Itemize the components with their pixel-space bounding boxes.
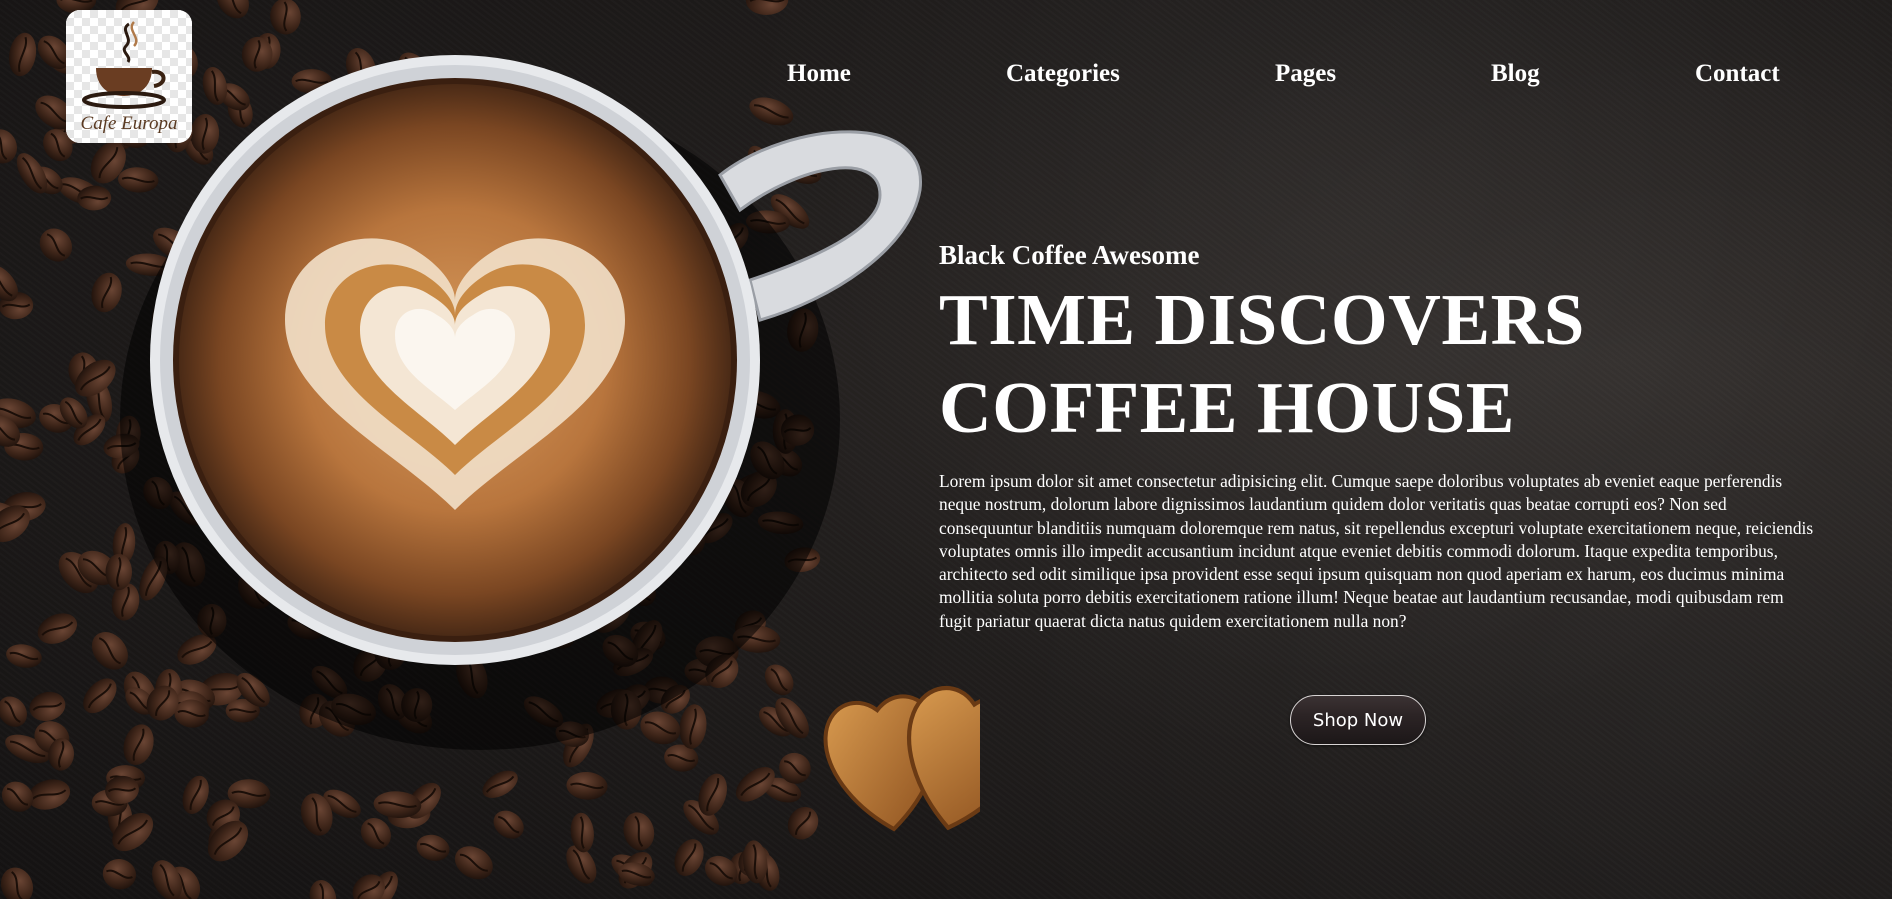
coffee-bean [566,771,608,800]
nav-pages[interactable]: Pages [1275,60,1336,88]
coffee-bean [749,97,794,126]
coffee-bean [787,806,819,840]
coffee-bean [416,834,450,861]
coffee-bean [182,775,209,814]
coffee-bean [270,0,301,35]
coffee-bean [123,724,154,766]
coffee-bean [91,632,128,670]
coffee-bean [216,0,249,19]
coffee-bean [91,272,122,313]
nav-blog[interactable]: Blog [1491,60,1540,88]
coffee-bean [482,770,518,799]
coffee-bean [29,691,66,722]
coffee-bean [674,839,704,876]
main-nav: Home Categories Pages Blog Contact [0,60,1892,94]
coffee-bean [454,846,493,880]
shop-now-button[interactable]: Shop Now [1290,695,1426,745]
nav-categories[interactable]: Categories [1006,60,1120,88]
hero-eyebrow: Black Coffee Awesome [939,240,1200,270]
hero-paragraph: Lorem ipsum dolor sit amet consectetur a… [939,471,1814,631]
coffee-bean [764,664,794,696]
logo-brand-text: Cafe Europa [80,113,178,134]
coffee-bean [679,704,707,749]
hero-title: TIME DISCOVERS COFFEE HOUSE [939,276,1585,452]
coffee-bean [6,644,42,668]
coffee-bean [745,0,789,15]
hero-title-line1: TIME DISCOVERS [939,279,1585,360]
coffee-bean [0,696,27,727]
nav-contact[interactable]: Contact [1695,60,1780,88]
hero-title-line2: COFFEE HOUSE [939,367,1515,448]
coffee-bean [39,228,73,262]
coffee-bean [37,613,78,644]
coffee-bean [493,810,524,839]
coffee-bean [102,859,137,890]
coffee-bean [309,879,337,899]
coffee-bean [0,867,34,899]
coffee-bean [118,167,159,193]
nav-home[interactable]: Home [787,60,851,88]
coffee-bean [83,678,117,714]
coffee-bean [623,812,655,851]
